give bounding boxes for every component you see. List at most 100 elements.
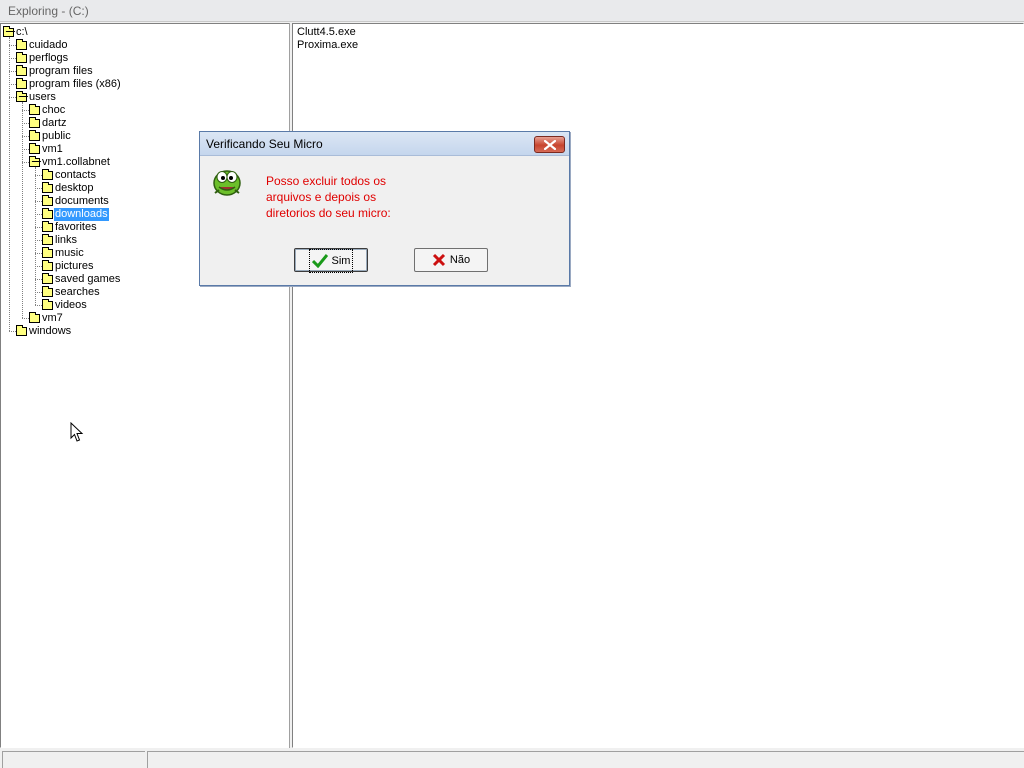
tree-item-label: dartz bbox=[42, 117, 67, 129]
tree-connector bbox=[9, 97, 16, 98]
tree-connector bbox=[9, 71, 16, 72]
tree-item[interactable]: desktop bbox=[42, 182, 95, 195]
folder-icon bbox=[42, 221, 53, 232]
tree-connector bbox=[9, 84, 16, 85]
dialog-message: Posso excluir todos os arquivos e depois… bbox=[266, 173, 436, 221]
tree-item[interactable]: windows bbox=[16, 325, 72, 338]
folder-icon bbox=[42, 208, 53, 219]
folder-icon bbox=[29, 117, 40, 128]
tree-item-label: windows bbox=[29, 325, 72, 337]
tree-item-label: vm1 bbox=[42, 143, 63, 155]
tree-item-label: cuidado bbox=[29, 39, 68, 51]
tree-item-label: public bbox=[42, 130, 71, 142]
tree-connector bbox=[35, 188, 42, 189]
tree-item-label: downloads bbox=[54, 208, 109, 221]
tree-connector bbox=[22, 123, 29, 124]
tree-item[interactable]: dartz bbox=[29, 117, 67, 130]
folder-icon bbox=[16, 78, 27, 89]
no-button-label: Não bbox=[449, 254, 471, 266]
folder-icon bbox=[42, 299, 53, 310]
tree-connector bbox=[35, 201, 42, 202]
folder-icon bbox=[29, 104, 40, 115]
tree-item[interactable]: links bbox=[42, 234, 78, 247]
tree-item[interactable]: choc bbox=[29, 104, 66, 117]
status-panel-left bbox=[2, 751, 145, 768]
status-panel-right bbox=[147, 751, 1024, 768]
checkmark-icon bbox=[311, 254, 328, 268]
tree-item[interactable]: users bbox=[16, 91, 57, 104]
tree-item-label: choc bbox=[42, 104, 66, 116]
tree-item-label: vm1.collabnet bbox=[42, 156, 110, 168]
status-bar bbox=[0, 749, 1024, 768]
tree-item-label: searches bbox=[55, 286, 100, 298]
tree-item[interactable]: program files bbox=[16, 65, 94, 78]
tree-item-label: contacts bbox=[55, 169, 96, 181]
folder-icon bbox=[16, 39, 27, 50]
tree-connector bbox=[22, 110, 29, 111]
tree-connector bbox=[22, 149, 29, 150]
folder-icon bbox=[42, 260, 53, 271]
folder-icon bbox=[42, 169, 53, 180]
mouse-cursor-icon bbox=[70, 422, 84, 442]
folder-icon bbox=[16, 52, 27, 63]
tree-item-label: favorites bbox=[55, 221, 97, 233]
tree-connector bbox=[35, 292, 42, 293]
tree-item[interactable]: perflogs bbox=[16, 52, 69, 65]
tree-connector bbox=[9, 45, 16, 46]
yes-button-label: Sim bbox=[331, 255, 351, 267]
tree-item-label: videos bbox=[55, 299, 87, 311]
dialog-message-line: Posso excluir todos os bbox=[266, 174, 387, 188]
tree-item[interactable]: contacts bbox=[42, 169, 97, 182]
tree-item-label: documents bbox=[55, 195, 109, 207]
tree-connector bbox=[22, 162, 29, 163]
tree-item-label: vm7 bbox=[42, 312, 63, 324]
tree-connector bbox=[22, 318, 29, 319]
dialog-close-button[interactable] bbox=[534, 136, 565, 153]
tree-item[interactable]: vm1 bbox=[29, 143, 64, 156]
yes-button[interactable]: Sim bbox=[294, 248, 368, 273]
tree-connector bbox=[35, 175, 42, 176]
dialog-message-line: diretorios do seu micro: bbox=[266, 206, 391, 220]
tree-connector bbox=[9, 58, 16, 59]
tree-connector bbox=[35, 266, 42, 267]
file-item[interactable]: Clutt4.5.exe bbox=[297, 26, 356, 39]
folder-icon bbox=[16, 65, 27, 76]
green-monster-icon bbox=[213, 170, 241, 196]
tree-item[interactable]: cuidado bbox=[16, 39, 69, 52]
tree-item[interactable]: downloads bbox=[42, 208, 109, 221]
folder-icon bbox=[42, 234, 53, 245]
tree-connector bbox=[35, 305, 42, 306]
tree-connector bbox=[22, 136, 29, 137]
no-button[interactable]: Não bbox=[414, 248, 488, 272]
folder-icon bbox=[16, 325, 27, 336]
tree-connector bbox=[35, 253, 42, 254]
tree-connector bbox=[22, 102, 23, 318]
tree-item[interactable]: program files (x86) bbox=[16, 78, 122, 91]
tree-item[interactable]: videos bbox=[42, 299, 88, 312]
folder-open-icon bbox=[29, 156, 40, 167]
tree-item[interactable]: music bbox=[42, 247, 85, 260]
folder-icon bbox=[42, 286, 53, 297]
close-icon bbox=[544, 140, 556, 150]
folder-icon bbox=[29, 143, 40, 154]
tree-item[interactable]: public bbox=[29, 130, 72, 143]
tree-item-label: links bbox=[55, 234, 78, 246]
tree-connector bbox=[35, 214, 42, 215]
tree-connector bbox=[9, 37, 10, 331]
tree-item[interactable]: favorites bbox=[42, 221, 98, 234]
tree-item[interactable]: vm7 bbox=[29, 312, 64, 325]
tree-item[interactable]: c:\ bbox=[3, 26, 29, 39]
tree-item-label: perflogs bbox=[29, 52, 69, 64]
tree-item[interactable]: pictures bbox=[42, 260, 95, 273]
tree-item[interactable]: searches bbox=[42, 286, 101, 299]
tree-item[interactable]: documents bbox=[42, 195, 110, 208]
tree-item[interactable]: saved games bbox=[42, 273, 121, 286]
tree-connector bbox=[35, 279, 42, 280]
tree-item[interactable]: vm1.collabnet bbox=[29, 156, 111, 169]
tree-connector bbox=[35, 240, 42, 241]
file-item[interactable]: Proxima.exe bbox=[297, 39, 358, 52]
window-title: Exploring - (C:) bbox=[0, 0, 1024, 22]
tree-item-label: users bbox=[29, 91, 56, 103]
folder-open-icon bbox=[3, 26, 14, 37]
folder-icon bbox=[42, 182, 53, 193]
